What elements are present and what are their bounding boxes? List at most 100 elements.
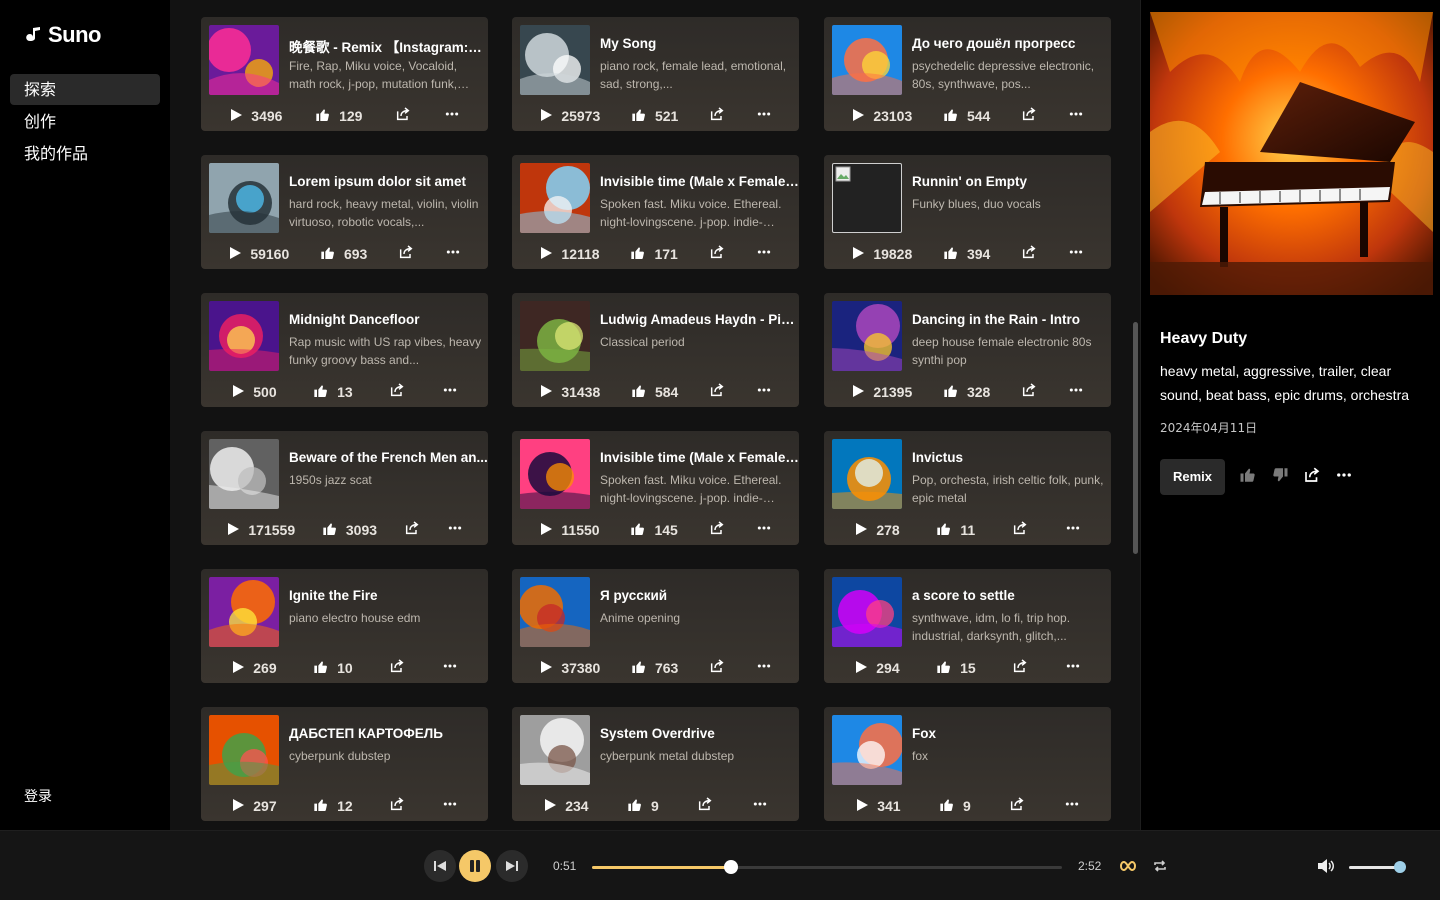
more-icon[interactable] bbox=[1065, 658, 1081, 679]
share-icon[interactable] bbox=[395, 106, 411, 127]
more-icon[interactable] bbox=[442, 796, 458, 817]
play-icon[interactable] bbox=[851, 246, 865, 263]
song-card[interactable]: Invisible time (Male x Female ... Spoken … bbox=[512, 155, 799, 269]
play-icon[interactable] bbox=[539, 108, 553, 125]
more-icon[interactable] bbox=[1068, 382, 1084, 403]
play-count[interactable]: 500 bbox=[231, 384, 277, 401]
volume-icon[interactable] bbox=[1310, 850, 1342, 882]
like-icon[interactable] bbox=[630, 521, 646, 540]
song-cover-art[interactable] bbox=[832, 715, 902, 785]
play-icon[interactable] bbox=[231, 798, 245, 815]
song-cover-art[interactable] bbox=[209, 439, 279, 509]
play-count[interactable]: 12118 bbox=[539, 246, 600, 263]
share-icon[interactable] bbox=[1021, 244, 1037, 265]
volume-handle[interactable] bbox=[1393, 861, 1406, 873]
song-title[interactable]: Invisible time (Male x Female ... bbox=[600, 450, 799, 465]
song-title[interactable]: Lorem ipsum dolor sit amet bbox=[289, 174, 488, 189]
like-icon[interactable] bbox=[936, 659, 952, 678]
remix-button[interactable]: Remix bbox=[1160, 459, 1226, 495]
play-icon[interactable] bbox=[231, 384, 245, 401]
play-count[interactable]: 19828 bbox=[851, 246, 912, 263]
play-count[interactable]: 21395 bbox=[851, 384, 912, 401]
share-icon[interactable] bbox=[1021, 106, 1037, 127]
sidebar-item-my-works[interactable]: 我的作品 bbox=[10, 138, 160, 169]
progress-handle[interactable] bbox=[724, 860, 739, 874]
loop-icon[interactable] bbox=[1112, 850, 1144, 882]
share-icon[interactable] bbox=[1021, 382, 1037, 403]
play-count[interactable]: 37380 bbox=[539, 660, 600, 677]
share-icon[interactable] bbox=[398, 244, 414, 265]
play-count[interactable]: 234 bbox=[543, 798, 589, 815]
next-icon[interactable] bbox=[496, 850, 528, 882]
song-cover-art[interactable] bbox=[832, 163, 902, 233]
share-icon[interactable] bbox=[389, 796, 405, 817]
song-cover-art[interactable] bbox=[520, 577, 590, 647]
like-count[interactable]: 521 bbox=[631, 107, 678, 126]
song-cover-art[interactable] bbox=[209, 715, 279, 785]
song-cover-art[interactable] bbox=[832, 301, 902, 371]
song-card[interactable]: Dancing in the Rain - Intro deep house fe… bbox=[824, 293, 1111, 407]
play-icon[interactable] bbox=[851, 384, 865, 401]
song-title[interactable]: ДАБСТЕП КАРТОФЕЛЬ bbox=[289, 726, 488, 741]
play-count[interactable]: 59160 bbox=[228, 246, 289, 263]
play-icon[interactable] bbox=[539, 660, 553, 677]
song-card[interactable]: a score to settle synthwave, idm, lo fi, … bbox=[824, 569, 1111, 683]
like-icon[interactable] bbox=[939, 797, 955, 816]
sidebar-item-explore[interactable]: 探索 bbox=[10, 74, 160, 105]
play-icon[interactable] bbox=[855, 798, 869, 815]
like-count[interactable]: 171 bbox=[630, 245, 678, 264]
like-icon[interactable] bbox=[322, 521, 338, 540]
play-icon[interactable] bbox=[226, 522, 240, 539]
more-icon[interactable] bbox=[752, 796, 768, 817]
share-icon[interactable] bbox=[404, 520, 420, 541]
song-title[interactable]: Я русский bbox=[600, 588, 799, 603]
play-count[interactable]: 297 bbox=[231, 798, 277, 815]
song-title[interactable]: Ignite the Fire bbox=[289, 588, 488, 603]
song-cover-art[interactable] bbox=[520, 301, 590, 371]
like-icon[interactable] bbox=[630, 245, 646, 264]
song-cover-art[interactable] bbox=[520, 439, 590, 509]
like-count[interactable]: 9 bbox=[627, 797, 659, 816]
sidebar-item-create[interactable]: 创作 bbox=[10, 106, 160, 137]
share-icon[interactable] bbox=[709, 520, 725, 541]
play-icon[interactable] bbox=[854, 660, 868, 677]
more-icon[interactable] bbox=[445, 244, 461, 265]
share-icon[interactable] bbox=[697, 796, 713, 817]
song-card[interactable]: Invictus Pop, orchesta, irish celtic folk… bbox=[824, 431, 1111, 545]
play-count[interactable]: 31438 bbox=[539, 384, 600, 401]
like-icon[interactable] bbox=[943, 383, 959, 402]
play-icon[interactable] bbox=[229, 108, 243, 125]
like-icon[interactable] bbox=[936, 521, 952, 540]
song-title[interactable]: My Song bbox=[600, 36, 799, 51]
like-icon[interactable] bbox=[627, 797, 643, 816]
share-icon[interactable] bbox=[1012, 520, 1028, 541]
more-icon[interactable] bbox=[756, 106, 772, 127]
song-title[interactable]: Beware of the French Men an... bbox=[289, 450, 488, 465]
share-icon[interactable] bbox=[709, 106, 725, 127]
song-card[interactable]: Lorem ipsum dolor sit amet hard rock, hea… bbox=[201, 155, 488, 269]
song-cover-art[interactable] bbox=[832, 577, 902, 647]
more-icon[interactable] bbox=[1335, 466, 1353, 489]
like-icon[interactable] bbox=[1239, 466, 1257, 489]
play-icon[interactable] bbox=[539, 384, 553, 401]
more-icon[interactable] bbox=[1064, 796, 1080, 817]
like-icon[interactable] bbox=[313, 659, 329, 678]
more-icon[interactable] bbox=[447, 520, 463, 541]
like-count[interactable]: 3093 bbox=[322, 521, 377, 540]
volume-slider[interactable] bbox=[1349, 861, 1406, 873]
logo[interactable]: Suno bbox=[24, 22, 102, 48]
like-count[interactable]: 13 bbox=[313, 383, 353, 402]
like-icon[interactable] bbox=[631, 383, 647, 402]
song-title[interactable]: System Overdrive bbox=[600, 726, 799, 741]
login-link[interactable]: 登录 bbox=[24, 786, 52, 806]
play-icon[interactable] bbox=[539, 246, 553, 263]
share-icon[interactable] bbox=[709, 382, 725, 403]
play-count[interactable]: 3496 bbox=[229, 108, 282, 125]
song-card[interactable]: Runnin' on Empty Funky blues, duo vocals 1… bbox=[824, 155, 1111, 269]
play-count[interactable]: 278 bbox=[854, 522, 900, 539]
play-count[interactable]: 269 bbox=[231, 660, 277, 677]
more-icon[interactable] bbox=[1065, 520, 1081, 541]
more-icon[interactable] bbox=[756, 244, 772, 265]
like-count[interactable]: 10 bbox=[313, 659, 353, 678]
like-count[interactable]: 584 bbox=[631, 383, 678, 402]
